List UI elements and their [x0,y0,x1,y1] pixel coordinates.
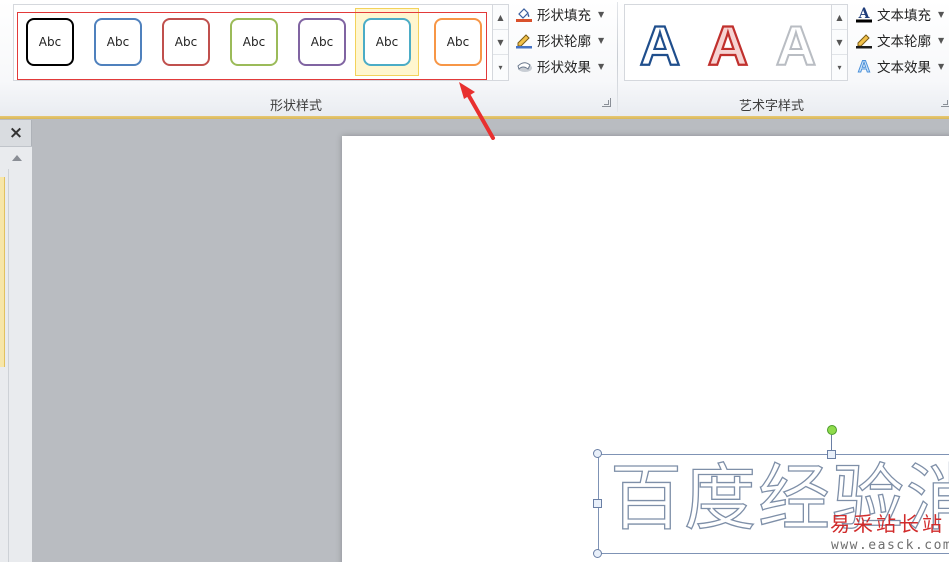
resize-handle-bottom-left[interactable] [593,549,602,558]
shape-style-item-3[interactable]: Abc [154,8,218,76]
shape-style-item-2[interactable]: Abc [86,8,150,76]
shape-style-swatch: Abc [230,18,278,66]
gallery-more-icon[interactable]: ▾ [832,55,847,80]
shape-styles-gallery: Abc Abc Abc Abc Abc Abc Abc [13,4,493,81]
text-fill-label: 文本填充 [877,8,931,24]
gallery-scroll-up-icon[interactable]: ▲ [832,5,847,30]
text-effects-icon: A [855,57,873,77]
shape-style-swatch: Abc [94,18,142,66]
close-pane-button[interactable]: × [4,123,28,143]
shape-style-item-4[interactable]: Abc [222,8,286,76]
text-outline-button[interactable]: 文本轮廓 ▼ [855,29,944,51]
chevron-down-icon: ▼ [598,9,605,19]
shape-style-label: Abc [106,35,130,49]
wordart-letter: A [708,14,748,73]
shape-outline-button[interactable]: 形状轮廓 ▼ [515,29,604,51]
shape-effects-label: 形状效果 [537,60,591,76]
wordart-dialog-launcher-icon[interactable] [941,98,949,107]
slide-thumbnail-selected[interactable] [0,177,5,367]
wordart-style-item-1[interactable]: A [627,11,693,75]
watermark-url: www.easck.com [831,538,949,553]
pencil-icon [855,31,873,49]
shape-style-label: Abc [446,35,470,49]
shape-fill-label: 形状填充 [537,8,591,24]
shape-style-swatch: Abc [298,18,346,66]
shape-style-label: Abc [242,35,266,49]
chevron-down-icon: ▼ [938,35,945,45]
chevron-down-icon: ▼ [598,35,605,45]
pane-scrollbar[interactable] [8,169,26,562]
shape-effects-icon [515,57,533,75]
shape-effects-button[interactable]: 形状效果 ▼ [515,55,604,77]
text-fill-icon: A [855,5,873,23]
svg-text:A: A [858,57,870,75]
shape-style-item-7[interactable]: Abc [426,8,490,76]
text-effects-button[interactable]: A 文本效果 ▼ [855,55,944,77]
text-outline-label: 文本轮廓 [877,34,931,50]
wordart-gallery-scroll: ▲ ▼ ▾ [831,4,848,81]
wordart-styles-gallery: A A A [624,4,832,81]
resize-handle-left[interactable] [593,499,602,508]
slides-pane: × [0,120,32,562]
close-icon: × [8,123,24,143]
wordart-letter: A [776,14,816,73]
shape-style-label: Abc [38,35,62,49]
shape-styles-dialog-launcher-icon[interactable] [602,98,611,107]
shape-style-swatch: Abc [162,18,210,66]
gallery-more-icon[interactable]: ▾ [493,55,508,80]
shape-style-label: Abc [375,35,399,49]
shape-outline-label: 形状轮廓 [537,34,591,50]
wordart-style-item-2[interactable]: A [695,11,761,75]
watermark-text: 易采站长站 [830,512,945,536]
shape-gallery-scroll: ▲ ▼ ▾ [492,4,509,81]
paint-bucket-icon [515,5,533,23]
shape-style-item-1[interactable]: Abc [18,8,82,76]
shape-style-label: Abc [174,35,198,49]
wordart-style-item-3[interactable]: A [763,11,829,75]
shape-style-swatch: Abc [434,18,482,66]
slides-pane-list [0,146,32,562]
chevron-down-icon: ▼ [938,9,945,19]
chevron-down-icon: ▼ [938,61,945,71]
gallery-scroll-up-icon[interactable]: ▲ [493,5,508,30]
wordart-styles-group-label: 艺术字样式 [739,99,805,114]
pencil-icon [515,31,533,49]
group-divider [617,2,618,112]
shape-style-swatch: Abc [363,18,411,66]
shape-style-item-5[interactable]: Abc [290,8,354,76]
shape-styles-group-label: 形状样式 [270,99,323,114]
shape-style-item-6[interactable]: Abc [355,8,419,76]
resize-handle-top[interactable] [827,450,836,459]
text-effects-label: 文本效果 [877,60,931,76]
shape-style-swatch: Abc [26,18,74,66]
rotation-handle[interactable] [827,425,837,435]
scroll-up-icon[interactable] [12,155,22,161]
shape-style-label: Abc [310,35,334,49]
chevron-down-icon: ▼ [598,61,605,71]
shape-fill-button[interactable]: 形状填充 ▼ [515,3,604,25]
resize-handle-top-left[interactable] [593,449,602,458]
ribbon: Abc Abc Abc Abc Abc Abc Abc ▲ ▼ ▾ 形状填充 ▼… [0,0,949,119]
wordart-letter: A [640,14,680,73]
text-fill-button[interactable]: A 文本填充 ▼ [855,3,944,25]
gallery-scroll-down-icon[interactable]: ▼ [832,30,847,55]
gallery-scroll-down-icon[interactable]: ▼ [493,30,508,55]
